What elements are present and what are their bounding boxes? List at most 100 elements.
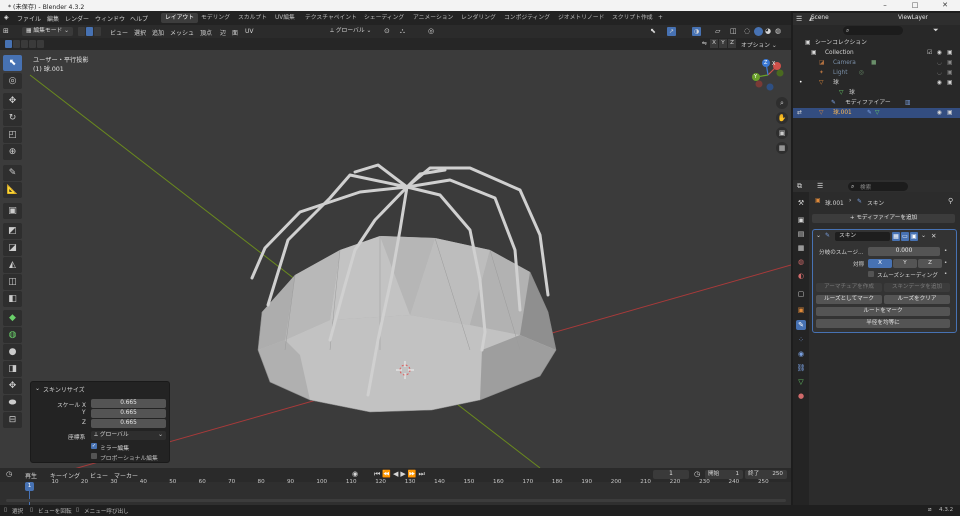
outliner-row-modifiers[interactable]: ✎ モディファイアー ▥ xyxy=(793,98,960,108)
add-cube-tool-icon[interactable]: ▣ xyxy=(3,203,22,219)
outliner-row-light[interactable]: ✦ Light ◎ ◡ ▣ xyxy=(793,68,960,78)
world-tab-icon[interactable]: ◐ xyxy=(796,271,806,281)
outliner-row-sphere-mesh[interactable]: ▽ 球 xyxy=(793,88,960,98)
extrude-tool-icon[interactable]: ◩ xyxy=(3,223,22,239)
rendered-shading-icon[interactable]: ◍ xyxy=(775,27,781,35)
minimize-button[interactable]: – xyxy=(870,0,900,11)
outliner-row-sphere-001[interactable]: ⇄ ▽ 球.001 ✎ ▽ ◉ ▣ xyxy=(793,108,960,118)
select-invert-icon[interactable] xyxy=(29,40,36,48)
annotate-tool-icon[interactable]: ✎ xyxy=(3,165,22,181)
menu-help[interactable]: ヘルプ xyxy=(130,14,148,23)
pivot-point-icon[interactable]: ⊙ xyxy=(384,27,390,35)
eye-icon[interactable]: ◉ xyxy=(937,78,942,88)
mirror-x-toggle[interactable]: X xyxy=(710,39,718,48)
symmetry-y-toggle[interactable]: Y xyxy=(893,259,917,268)
material-tab-icon[interactable]: ● xyxy=(796,391,806,401)
tab-modeling[interactable]: モデリング xyxy=(197,13,234,23)
remove-modifier-icon[interactable]: ✕ xyxy=(931,232,936,240)
auto-keying-icon[interactable]: ◉ xyxy=(352,470,358,478)
dropdown-icon[interactable]: ⌄ xyxy=(921,232,926,239)
pan-hand-icon[interactable]: ✋ xyxy=(776,112,788,124)
loop-cut-tool-icon[interactable]: ◫ xyxy=(3,274,22,290)
proportional-edit-checkbox[interactable] xyxy=(91,453,97,459)
tab-rendering[interactable]: レンダリング xyxy=(457,13,500,23)
mode-selector[interactable]: ▦ 編集モード ⌄ xyxy=(22,27,74,36)
mark-loose-button[interactable]: ルーズとしてマーク xyxy=(816,295,882,304)
eye-icon[interactable]: ◡ xyxy=(937,68,942,78)
timeline-menu-view[interactable]: ビュー xyxy=(90,471,108,480)
tab-uv-editing[interactable]: UV編集 xyxy=(271,13,299,23)
scale-y-field[interactable]: 0.665 xyxy=(91,409,166,418)
snap-icon[interactable]: ⛬ xyxy=(400,27,405,36)
shear-tool-icon[interactable]: ⬬ xyxy=(3,395,22,411)
editor-type-icon[interactable]: ⊞ xyxy=(3,27,9,35)
outliner-editor-icon[interactable]: ☰ xyxy=(796,15,802,23)
selectability-icon[interactable]: ⬉ xyxy=(650,27,656,35)
cursor-tool-icon[interactable]: ◎ xyxy=(3,73,22,89)
mirror-edit-checkbox[interactable]: ✓ xyxy=(91,443,97,449)
mirror-z-toggle[interactable]: Z xyxy=(728,39,736,48)
shrink-fatten-tool-icon[interactable]: ✥ xyxy=(3,378,22,394)
particles-tab-icon[interactable]: ⁘ xyxy=(796,335,806,345)
ortho-grid-icon[interactable]: ▦ xyxy=(776,142,788,154)
equalize-radii-button[interactable]: 半径を均等に xyxy=(816,319,950,328)
symmetry-x-toggle[interactable]: X xyxy=(868,259,892,268)
filter-icon[interactable]: ⏷ xyxy=(933,26,939,35)
material-shading-icon[interactable]: ◕ xyxy=(765,27,771,35)
playhead[interactable]: 1 xyxy=(25,482,34,491)
camera-render-icon[interactable]: ▣ xyxy=(947,78,952,88)
scale-tool-icon[interactable]: ◰ xyxy=(3,127,22,143)
solid-shading-icon[interactable] xyxy=(754,27,763,36)
viewport-toggle-icon[interactable]: ▭ xyxy=(901,232,909,241)
outliner-row-sphere[interactable]: • ▽ 球 ◉ ▣ xyxy=(793,78,960,88)
outliner-scene-collection[interactable]: ▣ シーンコレクション xyxy=(793,38,960,48)
edit-mode-toggle-icon[interactable]: ▦ xyxy=(892,232,900,241)
modifier-name-field[interactable]: スキン xyxy=(835,232,890,241)
scale-x-field[interactable]: 0.665 xyxy=(91,399,166,408)
checkbox-icon[interactable]: ☑ xyxy=(927,48,932,58)
scene-name[interactable]: Scene xyxy=(811,15,829,21)
menu-file[interactable]: ファイル xyxy=(17,14,41,23)
pin-icon[interactable]: ⚲ xyxy=(948,197,953,205)
timeline-track[interactable] xyxy=(0,482,791,506)
properties-search-input[interactable]: ⌕ 検索 xyxy=(848,181,908,191)
collapse-icon[interactable]: ⌄ xyxy=(35,385,40,392)
maximize-button[interactable]: □ xyxy=(900,0,930,11)
clear-loose-button[interactable]: ルーズをクリア xyxy=(884,295,950,304)
add-modifier-button[interactable]: + モディファイアーを追加 xyxy=(812,214,955,223)
physics-tab-icon[interactable]: ◉ xyxy=(796,349,806,359)
camera-render-icon[interactable]: ▣ xyxy=(947,58,952,68)
outliner-row-collection[interactable]: ▣ Collection ☑ ◉ ▣ xyxy=(793,48,960,58)
create-armature-button[interactable]: アーマチュアを作成 xyxy=(816,283,882,292)
rotate-tool-icon[interactable]: ↻ xyxy=(3,110,22,126)
constraints-tab-icon[interactable]: ⛓ xyxy=(796,363,806,373)
end-frame-field[interactable]: 終了 250 xyxy=(745,470,787,479)
tab-geometry-nodes[interactable]: ジオメトリノード xyxy=(554,13,608,23)
gizmo-z-label[interactable]: Z xyxy=(764,60,767,66)
menu-add[interactable]: 追加 xyxy=(152,28,164,37)
mark-root-button[interactable]: ルートをマーク xyxy=(816,307,950,316)
measure-tool-icon[interactable]: 📐 xyxy=(3,182,22,198)
transform-orientation-dropdown[interactable]: ⟂ グローバル ⌄ xyxy=(330,27,371,36)
inset-tool-icon[interactable]: ◪ xyxy=(3,240,22,256)
menu-face[interactable]: 面 xyxy=(232,28,238,37)
transform-tool-icon[interactable]: ⊕ xyxy=(3,144,22,160)
add-workspace-button[interactable]: + xyxy=(654,13,667,23)
mirror-y-toggle[interactable]: Y xyxy=(719,39,727,48)
select-new-icon[interactable] xyxy=(5,40,12,48)
render-toggle-icon[interactable]: ▣ xyxy=(910,232,918,241)
tab-layout[interactable]: レイアウト xyxy=(161,13,198,23)
eye-icon[interactable]: ◡ xyxy=(937,58,942,68)
mesh-edit-overlay-icon[interactable]: ▱ xyxy=(715,27,720,35)
gizmo-y-label[interactable]: Y xyxy=(754,74,757,80)
menu-edit[interactable]: 編集 xyxy=(47,14,59,23)
close-button[interactable]: ✕ xyxy=(930,0,960,11)
spin-tool-icon[interactable]: ◍ xyxy=(3,327,22,343)
gizmo-icon[interactable]: ↗ xyxy=(667,27,676,36)
menu-render[interactable]: レンダー xyxy=(65,14,89,23)
keyframe-dot-icon[interactable]: • xyxy=(944,260,947,266)
scene-tab-icon[interactable]: ◍ xyxy=(796,257,806,267)
select-intersect-icon[interactable] xyxy=(37,40,44,48)
edge-select-icon[interactable] xyxy=(86,27,93,36)
outliner-row-camera[interactable]: ◪ Camera ■ ◡ ▣ xyxy=(793,58,960,68)
